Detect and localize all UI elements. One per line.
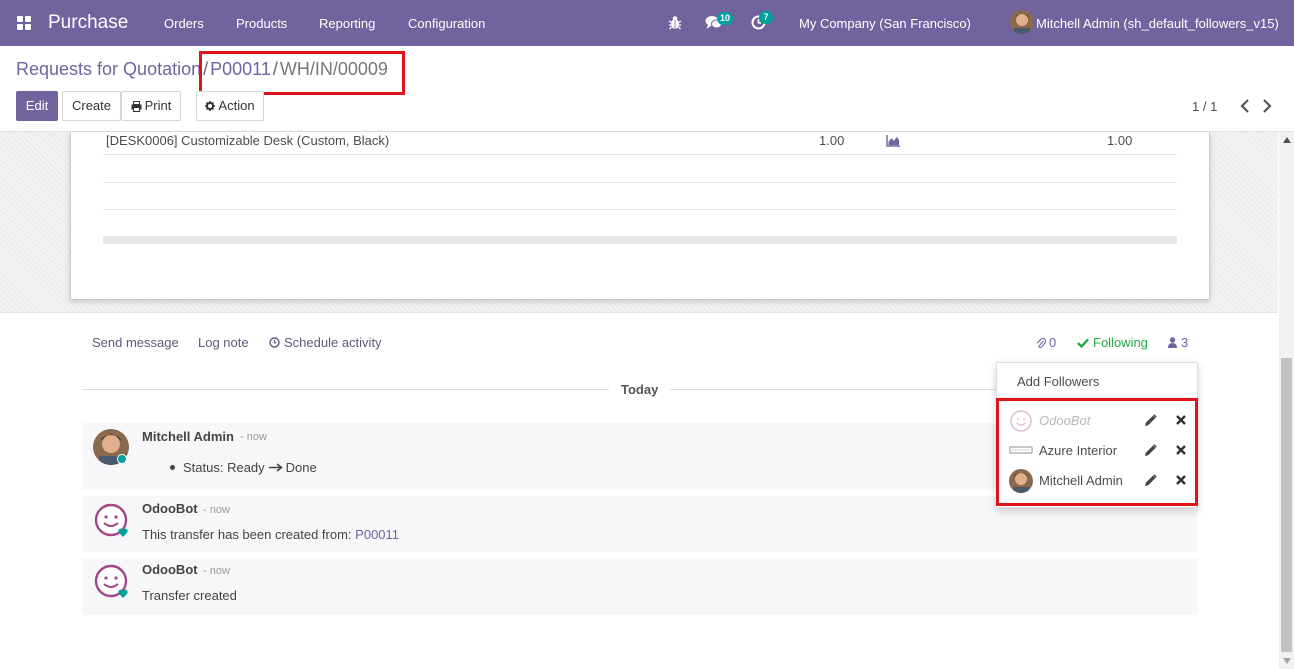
heart-icon: [118, 589, 128, 598]
scrollbar-thumb[interactable]: [1281, 358, 1292, 652]
message-body: Transfer created: [142, 588, 237, 603]
message-time: - now: [203, 565, 230, 577]
add-followers-button[interactable]: Add Followers: [1017, 374, 1099, 389]
message-author[interactable]: OdooBot: [142, 501, 198, 516]
area-chart-icon[interactable]: [886, 134, 901, 147]
breadcrumb-highlight: [199, 51, 405, 95]
date-separator-label: Today: [621, 382, 659, 397]
tracking-new-value: Done: [285, 460, 317, 475]
following-label: Following: [1093, 335, 1148, 350]
following-button[interactable]: Following: [1077, 335, 1148, 350]
send-message-button[interactable]: Send message: [92, 335, 179, 350]
tracking-field: Status: Ready: [183, 460, 265, 475]
table-row-divider: [103, 182, 1177, 183]
messages-badge: 10: [717, 12, 734, 25]
scroll-up-icon[interactable]: [1283, 137, 1291, 143]
edit-button[interactable]: Edit: [16, 91, 58, 121]
action-label: Action: [218, 98, 255, 113]
message-time: - now: [203, 504, 230, 516]
top-navbar: Purchase Orders Products Reporting Confi…: [0, 0, 1294, 46]
schedule-activity-label: Schedule activity: [284, 335, 382, 350]
attachments-count: 0: [1049, 335, 1057, 350]
followers-highlight: [996, 398, 1198, 506]
pager-previous-icon[interactable]: [1238, 98, 1252, 114]
print-button[interactable]: Print: [121, 91, 181, 121]
arrow-right-icon: [268, 463, 283, 472]
company-switcher[interactable]: My Company (San Francisco): [799, 16, 971, 31]
action-button[interactable]: Action: [196, 91, 264, 121]
paperclip-icon: [1036, 337, 1046, 348]
pager-value[interactable]: 1 / 1: [1192, 99, 1217, 114]
printer-icon: [131, 100, 142, 112]
table-row-divider: [103, 209, 1177, 210]
schedule-activity-button[interactable]: Schedule activity: [269, 335, 382, 350]
date-separator-line: [82, 389, 609, 390]
followers-count: 3: [1181, 335, 1189, 350]
heart-icon: [118, 528, 128, 537]
scroll-down-icon[interactable]: [1283, 658, 1291, 664]
bullet-icon: [170, 465, 175, 470]
tracking-value: Status: Ready Done: [170, 460, 317, 475]
menu-configuration[interactable]: Configuration: [408, 16, 485, 31]
message-author[interactable]: Mitchell Admin: [142, 429, 234, 444]
online-status-icon: [117, 454, 127, 464]
message-author[interactable]: OdooBot: [142, 562, 198, 577]
message-link[interactable]: P00011: [355, 527, 399, 542]
attachments-button[interactable]: 0: [1036, 335, 1056, 350]
apps-menu-icon[interactable]: [17, 16, 31, 30]
form-sheet: [70, 132, 1210, 300]
message-body: This transfer has been created from: P00…: [142, 527, 399, 542]
table-row-divider: [103, 154, 1177, 155]
move-line-done[interactable]: 1.00: [1107, 133, 1132, 148]
log-note-button[interactable]: Log note: [198, 335, 249, 350]
move-line-product[interactable]: [DESK0006] Customizable Desk (Custom, Bl…: [106, 133, 389, 148]
date-separator-line: [670, 389, 997, 390]
bug-icon[interactable]: [668, 15, 682, 30]
check-icon: [1077, 338, 1089, 348]
menu-products[interactable]: Products: [236, 16, 287, 31]
user-avatar[interactable]: [1010, 10, 1034, 34]
menu-orders[interactable]: Orders: [164, 16, 204, 31]
create-button[interactable]: Create: [62, 91, 121, 121]
followers-button[interactable]: 3: [1168, 335, 1188, 350]
user-icon: [1168, 337, 1177, 348]
move-line-demand[interactable]: 1.00: [819, 133, 844, 148]
table-footer: [103, 236, 1177, 244]
message-time: - now: [240, 431, 267, 443]
app-name[interactable]: Purchase: [48, 12, 128, 34]
print-label: Print: [144, 98, 172, 113]
pager-next-icon[interactable]: [1260, 98, 1274, 114]
chatter-divider: [0, 312, 1278, 313]
gear-icon: [205, 101, 216, 111]
chatter-message: OdooBot - now Transfer created: [82, 558, 1198, 615]
clock-icon: [269, 337, 280, 348]
message-text: This transfer has been created from:: [142, 527, 352, 542]
user-menu[interactable]: Mitchell Admin (sh_default_followers_v15…: [1036, 16, 1279, 31]
breadcrumb-rfq[interactable]: Requests for Quotation: [16, 59, 201, 79]
menu-reporting[interactable]: Reporting: [319, 16, 375, 31]
activities-badge: 7: [759, 11, 773, 24]
